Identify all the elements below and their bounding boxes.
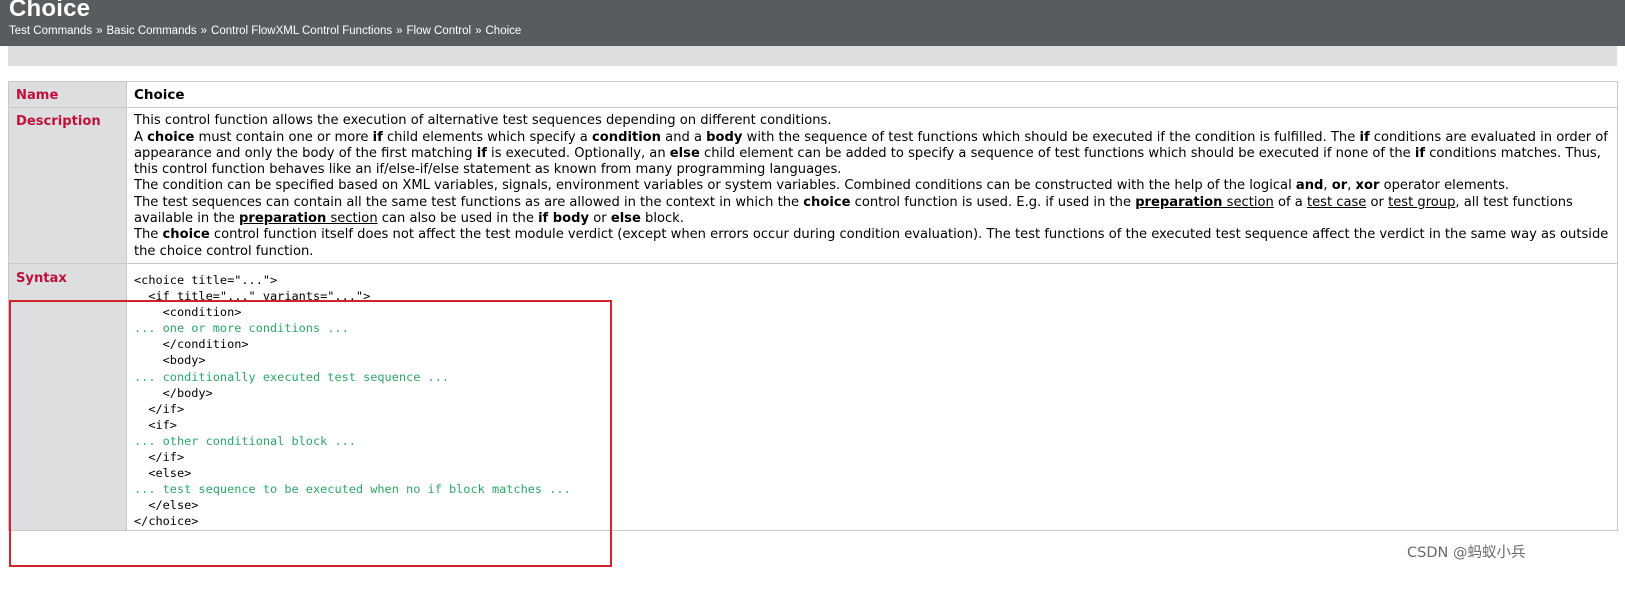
description-text: if body: [538, 211, 590, 227]
description-row: Description This control function allows…: [8, 107, 1618, 264]
breadcrumb-separator: »: [96, 25, 103, 37]
syntax-code-line: </if>: [134, 450, 185, 464]
breadcrumb-item[interactable]: Control FlowXML Control Functions: [211, 25, 392, 37]
syntax-code-line: <if>: [134, 417, 177, 432]
name-label: Name: [8, 80, 127, 109]
description-text: and: [1295, 178, 1324, 194]
description-text: operator elements.: [1379, 178, 1510, 194]
syntax-code-line: </condition>: [134, 337, 249, 352]
description-text: and a: [661, 129, 707, 145]
syntax-code-line: <if title="..." variants="...">: [134, 289, 371, 304]
syntax-label: Syntax: [8, 262, 127, 532]
breadcrumb: Test Commands» Basic Commands» Control Flo…: [9, 25, 521, 37]
description-text: can also be used in the: [377, 211, 539, 227]
description-text: choice: [162, 227, 210, 243]
breadcrumb-item[interactable]: Basic Commands: [107, 25, 197, 37]
description-link[interactable]: test case: [1307, 195, 1366, 210]
description-text: choice: [803, 194, 851, 210]
description-paragraph: The test sequences can contain all the s…: [134, 195, 1611, 228]
description-text: or: [1331, 178, 1348, 194]
description-text: This control function allows the executi…: [134, 113, 832, 129]
breadcrumb-separator: »: [475, 25, 482, 37]
syntax-code-line: </choice>: [134, 514, 199, 529]
description-text: condition: [592, 129, 662, 145]
page-title: Choice: [9, 0, 91, 22]
description-text: if: [476, 145, 487, 161]
description-link[interactable]: section: [326, 211, 377, 226]
function-info-table: Name Choice Description This control fun…: [8, 80, 1618, 532]
description-text: child elements which specify a: [382, 129, 592, 145]
syntax-code: <choice title="..."> <if title="..." var…: [134, 272, 1611, 530]
description-paragraph: The condition can be specified based on …: [134, 178, 1611, 194]
description-text: ,: [1347, 178, 1356, 194]
syntax-cell: <choice title="..."> <if title="..." var…: [126, 262, 1618, 532]
description-text: The condition can be specified based on …: [134, 178, 1296, 194]
syntax-comment-line: ... conditionally executed test sequence…: [134, 369, 449, 384]
description-text: ,: [1323, 178, 1332, 194]
description-text: choice: [147, 129, 195, 145]
description-text: control function itself does not affect …: [134, 227, 1609, 259]
description-text: block.: [640, 211, 684, 227]
breadcrumb-item: Choice: [485, 25, 522, 37]
page-header: Choice Test Commands» Basic Commands» Cont…: [0, 0, 1625, 46]
breadcrumb-separator: »: [396, 25, 403, 37]
description-text: must contain one or more: [194, 129, 373, 145]
description-text: if: [1359, 129, 1370, 145]
syntax-code-line: <condition>: [134, 305, 242, 320]
description-text: child element can be added to specify a …: [699, 145, 1415, 161]
syntax-code-line: <choice title="...">: [134, 272, 278, 287]
description-text: The: [134, 227, 163, 243]
breadcrumb-item[interactable]: Flow Control: [407, 25, 472, 37]
name-cell: Choice: [126, 80, 1618, 109]
syntax-code-line: </else>: [134, 498, 199, 513]
name-row: Name Choice: [8, 80, 1618, 109]
description-text: if: [372, 129, 383, 145]
description-cell: This control function allows the executi…: [126, 107, 1618, 264]
syntax-code-line: </body>: [134, 385, 213, 400]
description-link[interactable]: preparation: [239, 211, 326, 226]
breadcrumb-item[interactable]: Test Commands: [9, 25, 92, 37]
description-text: or: [589, 211, 611, 227]
syntax-code-line: <body>: [134, 353, 206, 368]
syntax-code-line: <else>: [134, 466, 192, 481]
description-link[interactable]: test group: [1388, 195, 1455, 210]
syntax-code-line: </if>: [134, 401, 185, 416]
description-label: Description: [8, 107, 127, 264]
description-paragraph: This control function allows the executi…: [134, 113, 1611, 129]
syntax-comment-line: ... other conditional block ...: [134, 433, 356, 448]
description-link[interactable]: preparation: [1135, 195, 1222, 210]
syntax-comment-line: ... test sequence to be executed when no…: [134, 482, 571, 497]
description-text: else: [610, 211, 641, 227]
description-link[interactable]: section: [1222, 195, 1274, 210]
syntax-comment-line: ... one or more conditions ...: [134, 321, 349, 336]
description-text: of a: [1273, 194, 1307, 210]
description-text: xor: [1355, 178, 1380, 194]
description-paragraph: The choice control function itself does …: [134, 227, 1611, 260]
description-text: is executed. Optionally, an: [486, 145, 670, 161]
description-text: The test sequences can contain all the s…: [134, 194, 804, 210]
description-text: or: [1366, 194, 1389, 210]
description-text: else: [669, 145, 700, 161]
description-text: body: [706, 129, 743, 145]
watermark: CSDN @蚂蚁小兵: [1407, 545, 1526, 561]
breadcrumb-separator: »: [200, 25, 208, 37]
description-text: control function is used. E.g. if used i…: [850, 194, 1136, 210]
syntax-row: Syntax <choice title="..."> <if title=".…: [8, 262, 1618, 532]
header-subbar: [8, 46, 1617, 66]
name-value: Choice: [134, 87, 185, 103]
description-paragraph: A choice must contain one or more if chi…: [134, 130, 1611, 179]
description-text: with the sequence of test functions whic…: [742, 129, 1360, 145]
description-text: A: [134, 129, 148, 145]
description-text: if: [1414, 145, 1426, 161]
